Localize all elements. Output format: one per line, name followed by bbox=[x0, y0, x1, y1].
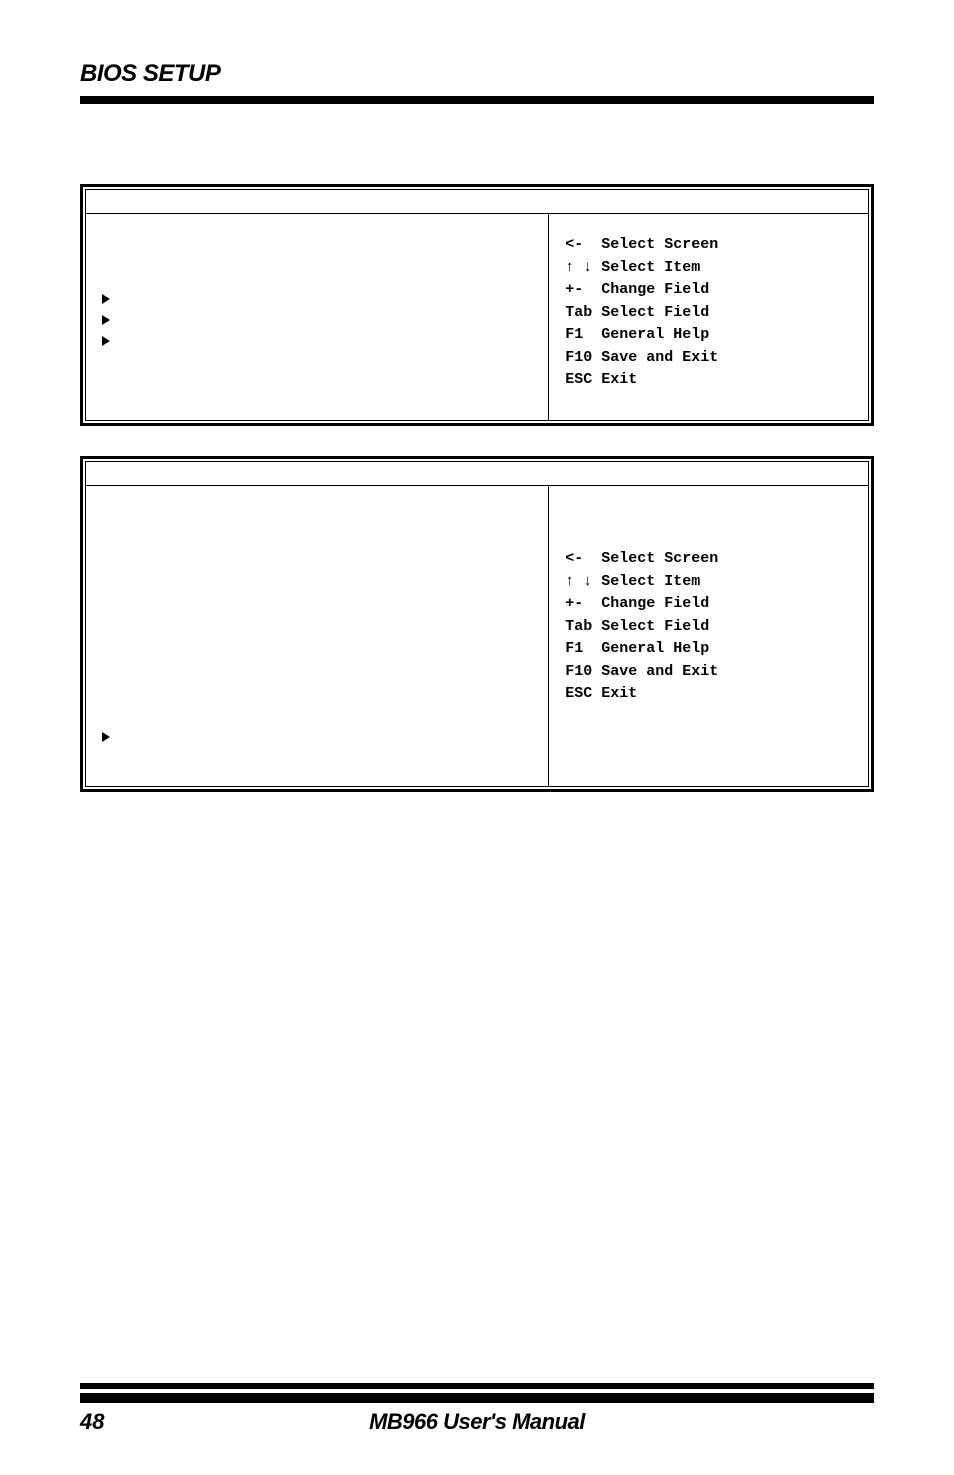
up-down-arrows-icon: ↑ ↓ bbox=[565, 573, 592, 590]
content-area: <- Select Screen ↑ ↓ Select Item +- Chan… bbox=[80, 104, 874, 1383]
bios-panel-2: <- Select Screen ↑ ↓ Select Item +- Chan… bbox=[80, 456, 874, 792]
menu-item[interactable] bbox=[102, 732, 532, 753]
header-title: BIOS SETUP bbox=[80, 60, 874, 88]
help-text: ESC Exit bbox=[565, 683, 852, 706]
help-text: Tab Select Field bbox=[565, 302, 852, 325]
help-text: +- Change Field bbox=[565, 593, 852, 616]
help-text: F10 Save and Exit bbox=[565, 347, 852, 370]
help-text: F10 Save and Exit bbox=[565, 661, 852, 684]
triangle-right-icon bbox=[102, 732, 110, 742]
triangle-right-icon bbox=[102, 336, 110, 346]
triangle-right-icon bbox=[102, 294, 110, 304]
help-text: <- Select Screen bbox=[565, 548, 852, 571]
help-text: ↑ ↓ Select Item bbox=[565, 257, 852, 280]
page-number: 48 bbox=[80, 1409, 140, 1435]
header-rule bbox=[80, 96, 874, 104]
page-header: BIOS SETUP bbox=[80, 60, 874, 104]
up-down-arrows-icon: ↑ ↓ bbox=[565, 259, 592, 276]
page-footer: 48 MB966 User's Manual bbox=[80, 1383, 874, 1435]
bios-panel-2-header bbox=[86, 462, 868, 486]
triangle-right-icon bbox=[102, 315, 110, 325]
help-text: F1 General Help bbox=[565, 324, 852, 347]
menu-item[interactable] bbox=[102, 294, 532, 315]
footer-rule-thick bbox=[80, 1393, 874, 1403]
bios-panel-1: <- Select Screen ↑ ↓ Select Item +- Chan… bbox=[80, 184, 874, 426]
bios-panel-2-left bbox=[86, 486, 549, 786]
bios-panel-1-header bbox=[86, 190, 868, 214]
footer-title: MB966 User's Manual bbox=[140, 1409, 874, 1435]
help-text: <- Select Screen bbox=[565, 234, 852, 257]
menu-item[interactable] bbox=[102, 336, 532, 357]
bios-panel-1-help: <- Select Screen ↑ ↓ Select Item +- Chan… bbox=[549, 214, 868, 420]
bios-panel-2-help: <- Select Screen ↑ ↓ Select Item +- Chan… bbox=[549, 486, 868, 786]
help-text: ESC Exit bbox=[565, 369, 852, 392]
menu-item[interactable] bbox=[102, 315, 532, 336]
help-text: Tab Select Field bbox=[565, 616, 852, 639]
footer-rule-thin bbox=[80, 1383, 874, 1389]
help-text: F1 General Help bbox=[565, 638, 852, 661]
help-text: ↑ ↓ Select Item bbox=[565, 571, 852, 594]
help-text: +- Change Field bbox=[565, 279, 852, 302]
bios-panel-1-left bbox=[86, 214, 549, 420]
